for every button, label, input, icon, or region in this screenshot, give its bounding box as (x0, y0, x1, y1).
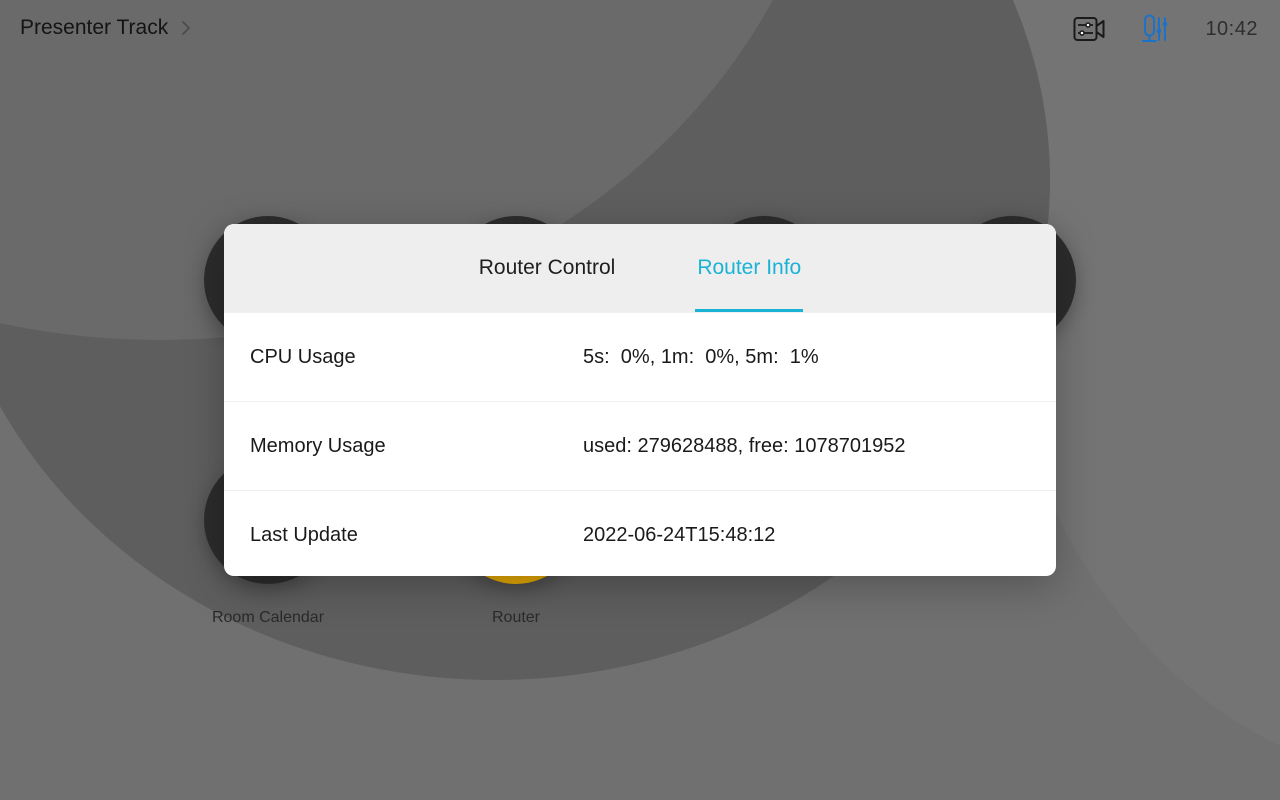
info-value-memory: used: 279628488, free: 1078701952 (583, 434, 906, 457)
info-row: CPU Usage 5s: 0%, 1m: 0%, 5m: 1% (224, 312, 1056, 401)
info-value-last-update: 2022-06-24T15:48:12 (583, 523, 776, 546)
microphone-settings-icon[interactable] (1139, 14, 1171, 44)
info-label-memory: Memory Usage (250, 434, 386, 457)
info-row: Memory Usage used: 279628488, free: 1078… (224, 401, 1056, 490)
presenter-track-link[interactable]: Presenter Track (20, 16, 194, 40)
page-title: Presenter Track (20, 16, 169, 39)
info-value-cpu: 5s: 0%, 1m: 0%, 5m: 1% (583, 345, 819, 368)
tab-router-info[interactable]: Router Info (695, 224, 804, 312)
info-row: Last Update 2022-06-24T15:48:12 (224, 490, 1056, 576)
tab-bar: Router Control Router Info (224, 224, 1056, 312)
info-label-last-update: Last Update (250, 523, 358, 546)
clock: 10:42 (1205, 17, 1258, 40)
info-label-cpu: CPU Usage (250, 345, 356, 368)
camera-settings-icon[interactable] (1073, 14, 1105, 44)
router-dialog: Router Control Router Info CPU Usage 5s:… (224, 224, 1056, 576)
router-label: Router (491, 609, 541, 626)
room-calendar-label: Room Calendar (211, 609, 325, 626)
top-bar: Presenter Track 10:42 (0, 0, 1280, 60)
tab-router-control[interactable]: Router Control (477, 224, 618, 312)
chevron-right-icon (178, 20, 194, 36)
